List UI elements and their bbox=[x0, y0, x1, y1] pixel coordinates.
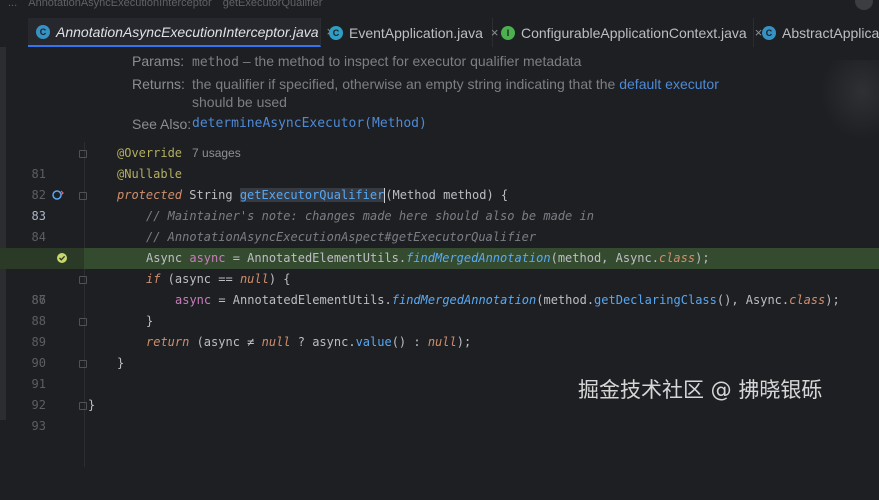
code-line: 87 if (async == null) { bbox=[0, 269, 879, 307]
method-call-token: getDeclaringClass bbox=[594, 293, 717, 307]
keyword-token: null bbox=[261, 335, 291, 349]
local-variable-token: async bbox=[175, 293, 212, 307]
local-variable-token: async bbox=[189, 251, 226, 265]
doc-value: method – the method to inspect for execu… bbox=[192, 53, 581, 70]
type-token: Async bbox=[146, 251, 190, 265]
doc-label: See Also: bbox=[132, 116, 192, 132]
code-line: 83 protected String getExecutorQualifier… bbox=[0, 185, 879, 223]
code-token: = AnnotatedElementUtils. bbox=[211, 293, 392, 307]
tab-abstract-application[interactable]: C AbstractApplicati bbox=[754, 18, 879, 47]
code-token: ); bbox=[695, 251, 710, 265]
doc-label: Returns: bbox=[132, 76, 185, 92]
line-number: 93 bbox=[31, 419, 46, 433]
tab-event-application[interactable]: C EventApplication.java × bbox=[321, 18, 498, 47]
tab-annotation-async-execution-interceptor[interactable]: C AnnotationAsyncExecutionInterceptor.ja… bbox=[28, 18, 334, 47]
fold-marker-icon[interactable] bbox=[79, 402, 87, 410]
keyword-token: if bbox=[146, 272, 161, 286]
code-token: (method, Async. bbox=[550, 251, 659, 265]
method-call-token: findMergedAnnotation bbox=[406, 251, 551, 265]
keyword-token: protected bbox=[117, 188, 183, 202]
override-method-icon[interactable] bbox=[52, 189, 64, 201]
tab-label: AnnotationAsyncExecutionInterceptor.java bbox=[56, 23, 319, 40]
comment-token: // AnnotationAsyncExecutionAspect#getExe… bbox=[146, 230, 537, 244]
keyword-token: null bbox=[239, 272, 269, 286]
tab-configurable-application-context[interactable]: I ConfigurableApplicationContext.java × bbox=[493, 18, 762, 47]
code-token: () : bbox=[391, 335, 428, 349]
keyword-token: class bbox=[789, 293, 826, 307]
tab-label: ConfigurableApplicationContext.java bbox=[521, 24, 747, 41]
method-name-token: getExecutorQualifier bbox=[239, 188, 385, 202]
doc-link[interactable]: determineAsyncExecutor(Method) bbox=[192, 116, 427, 131]
editor-tab-bar: ... AnnotationAsyncExecutionInterceptor … bbox=[0, 0, 879, 47]
doc-link[interactable]: default executor bbox=[619, 76, 719, 92]
code-token: (async bbox=[189, 335, 248, 349]
keyword-token: return bbox=[146, 335, 190, 349]
tab-label: AbstractApplicati bbox=[782, 24, 879, 41]
interface-icon: I bbox=[501, 25, 515, 40]
code-token: (Method bbox=[385, 188, 444, 202]
breadcrumb-item[interactable]: getExecutorQualifier bbox=[223, 0, 323, 9]
code-line: 88 async = AnnotatedElementUtils.findMer… bbox=[0, 290, 879, 328]
method-call-token: value bbox=[355, 335, 392, 349]
check-icon[interactable] bbox=[56, 252, 68, 264]
code-token: } bbox=[88, 398, 96, 412]
code-token: (method. bbox=[536, 293, 595, 307]
tab-label: EventApplication.java bbox=[349, 24, 483, 41]
code-token: = AnnotatedElementUtils. bbox=[225, 251, 407, 265]
class-icon: C bbox=[329, 25, 343, 40]
doc-text: – the method to inspect for executor qua… bbox=[238, 53, 582, 69]
rendered-javadoc: Params: method – the method to inspect f… bbox=[84, 47, 879, 142]
annotation-token: @Nullable bbox=[117, 167, 183, 181]
code-token: ) { bbox=[268, 272, 291, 286]
code-token: (), Async. bbox=[716, 293, 790, 307]
doc-text: the qualifier if specified, otherwise an… bbox=[192, 76, 620, 92]
doc-returns-continued: should be used bbox=[192, 94, 287, 110]
code-token: ); bbox=[825, 293, 840, 307]
code-line: 82 @Nullable bbox=[0, 164, 879, 202]
code-line: 91 } bbox=[0, 353, 879, 391]
doc-code: method bbox=[192, 55, 239, 70]
type-token: String bbox=[182, 188, 240, 202]
code-token: ); bbox=[456, 335, 472, 349]
code-token: ? async. bbox=[290, 335, 356, 349]
keyword-token: class bbox=[658, 251, 696, 265]
annotation-token: @Override bbox=[117, 146, 183, 160]
code-token: } bbox=[146, 314, 154, 328]
fold-marker-icon[interactable] bbox=[79, 192, 87, 200]
breadcrumb-row: ... AnnotationAsyncExecutionInterceptor … bbox=[0, 0, 879, 10]
class-icon: C bbox=[36, 24, 50, 39]
code-line: 81 @Override 7 usages bbox=[0, 143, 879, 181]
code-line: 84 // Maintainer's note: changes made he… bbox=[0, 206, 879, 244]
class-icon: C bbox=[762, 25, 776, 40]
fold-marker-icon[interactable] bbox=[79, 360, 87, 368]
doc-label: Params: bbox=[132, 53, 185, 69]
method-call-token: findMergedAnnotation bbox=[391, 293, 537, 307]
usages-hint[interactable]: 7 usages bbox=[192, 146, 241, 160]
watermark: 掘金技术社区 @ 拂晓银砾 bbox=[578, 378, 823, 402]
editor-scrollbar[interactable] bbox=[869, 47, 879, 420]
doc-value: the qualifier if specified, otherwise an… bbox=[192, 76, 719, 92]
param-token: method bbox=[443, 188, 487, 202]
breadcrumb-item[interactable]: AnnotationAsyncExecutionInterceptor bbox=[28, 0, 211, 9]
code-line: 90 return (async ≠ null ? async.value() … bbox=[0, 332, 879, 370]
fold-marker-icon[interactable] bbox=[79, 276, 87, 284]
code-token: } bbox=[117, 356, 125, 370]
fold-marker-icon[interactable] bbox=[79, 150, 87, 158]
code-token: (async bbox=[160, 272, 219, 286]
fold-marker-icon[interactable] bbox=[79, 318, 87, 326]
operator-token: == bbox=[218, 272, 233, 286]
code-line: 89 } bbox=[0, 311, 879, 349]
breadcrumb-item: ... bbox=[8, 0, 18, 9]
comment-token: // Maintainer's note: changes made here … bbox=[146, 209, 594, 223]
code-line: 85 // AnnotationAsyncExecutionAspect#get… bbox=[0, 227, 879, 265]
keyword-token: null bbox=[427, 335, 457, 349]
code-token: ) { bbox=[486, 188, 509, 202]
code-line-highlighted: 86 Async async = AnnotatedElementUtils.f… bbox=[0, 248, 879, 307]
